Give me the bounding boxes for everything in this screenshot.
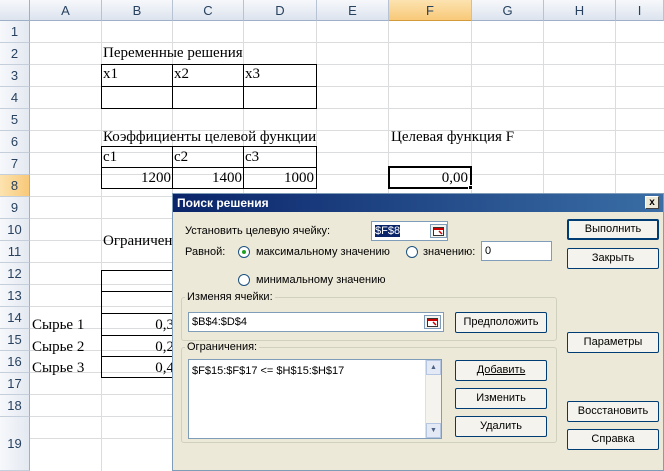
radio-max[interactable] — [238, 246, 250, 258]
scroll-down-icon[interactable]: ▼ — [426, 423, 441, 438]
add-button-label: Добавить — [476, 364, 526, 376]
column-header-f[interactable]: F — [389, 0, 472, 21]
changing-cells-input[interactable]: $B$4:$D$4 — [188, 312, 444, 332]
constraints-list[interactable]: $F$15:$F$17 <= $H$15:$H$17 ▲ ▼ — [188, 359, 442, 439]
select-all-corner[interactable] — [0, 0, 30, 21]
guess-button[interactable]: Предположить — [455, 312, 547, 333]
dialog-title: Поиск решения — [177, 196, 269, 210]
table-border-line — [243, 64, 244, 109]
table-border-line — [101, 291, 176, 292]
cell-b6[interactable]: Коэффициенты целевой функции — [103, 126, 316, 148]
radio-max-label[interactable]: максимальному значению — [256, 245, 390, 259]
fill-handle[interactable] — [468, 185, 473, 190]
row-header-3[interactable]: 3 — [0, 65, 30, 87]
add-button[interactable]: Добавить — [455, 360, 547, 381]
equal-label: Равной: — [185, 246, 226, 258]
column-header-a[interactable]: A — [30, 0, 102, 21]
row-header-6[interactable]: 6 — [0, 131, 30, 153]
radio-min-label[interactable]: минимальному значению — [256, 273, 386, 287]
close-icon[interactable]: x — [645, 196, 659, 209]
row-header-5[interactable]: 5 — [0, 109, 30, 131]
row-header-9[interactable]: 9 — [0, 197, 30, 219]
reset-button[interactable]: Восстановить — [567, 401, 659, 422]
collapse-dialog-icon[interactable] — [430, 224, 447, 238]
row-header-12[interactable]: 12 — [0, 263, 30, 285]
active-cell-f8[interactable] — [388, 166, 472, 189]
column-header-e[interactable]: E — [317, 0, 389, 21]
row-header-7[interactable]: 7 — [0, 153, 30, 175]
cell-a17[interactable]: Сырье 3 — [32, 357, 84, 379]
cell-a15[interactable]: Сырье 1 — [32, 314, 84, 336]
cell-b2[interactable]: Переменные решения — [103, 42, 243, 64]
delete-button[interactable]: Удалить — [455, 416, 547, 437]
solver-dialog: Поиск решения x Установить целевую ячейк… — [172, 193, 664, 471]
cell-b16[interactable]: 0,2 — [101, 336, 174, 358]
cell-d7[interactable]: c3 — [245, 146, 259, 168]
cell-c8[interactable]: 1400 — [172, 167, 242, 189]
cell-a16[interactable]: Сырье 2 — [32, 336, 84, 358]
radio-value-label[interactable]: значению: — [423, 245, 475, 259]
cell-c7[interactable]: c2 — [174, 146, 188, 168]
row-header-18[interactable]: 18 — [0, 395, 30, 417]
solve-button[interactable]: Выполнить — [567, 219, 659, 240]
cell-b7[interactable]: c1 — [103, 146, 117, 168]
constraints-label: Ограничения: — [185, 341, 260, 354]
column-header-d[interactable]: D — [244, 0, 317, 21]
row-header-10[interactable]: 10 — [0, 219, 30, 241]
column-header-b[interactable]: B — [102, 0, 173, 21]
row-header-16[interactable]: 16 — [0, 351, 30, 373]
constraint-item[interactable]: $F$15:$F$17 <= $H$15:$H$17 — [192, 364, 344, 378]
constraints-scrollbar[interactable]: ▲ ▼ — [425, 360, 441, 438]
close-button[interactable]: Закрыть — [567, 248, 659, 269]
scroll-up-icon[interactable]: ▲ — [426, 360, 441, 375]
delete-button-label: Удалить — [480, 420, 522, 432]
column-header-c[interactable]: C — [173, 0, 244, 21]
row-header-2[interactable]: 2 — [0, 43, 30, 65]
change-button[interactable]: Изменить — [455, 388, 547, 409]
row-header-11[interactable]: 11 — [0, 241, 30, 263]
change-button-label: Изменить — [476, 392, 526, 404]
row-header-14[interactable]: 14 — [0, 307, 30, 329]
cell-c3[interactable]: x2 — [174, 63, 189, 85]
row-header-8[interactable]: 8 — [0, 175, 30, 197]
cell-b17[interactable]: 0,4 — [101, 357, 174, 379]
cell-f6[interactable]: Целевая функция F — [391, 126, 514, 148]
help-button[interactable]: Справка — [567, 429, 659, 450]
dialog-title-bar[interactable]: Поиск решения — [173, 194, 663, 212]
cell-b8[interactable]: 1200 — [101, 167, 171, 189]
column-header-g[interactable]: G — [472, 0, 544, 21]
cell-d8[interactable]: 1000 — [243, 167, 314, 189]
row-header-19[interactable]: 19 — [0, 417, 30, 471]
table-border-line — [101, 86, 317, 87]
row-header-17[interactable]: 17 — [0, 373, 30, 395]
options-button[interactable]: Параметры — [567, 332, 659, 353]
collapse-dialog-icon[interactable] — [424, 315, 441, 329]
cell-b3[interactable]: x1 — [103, 63, 118, 85]
value-input[interactable]: 0 — [481, 241, 552, 261]
target-cell-value: $F$8 — [375, 225, 401, 237]
row-header-15[interactable]: 15 — [0, 329, 30, 351]
cell-d3[interactable]: x3 — [245, 63, 260, 85]
radio-min[interactable] — [238, 274, 250, 286]
column-header-h[interactable]: H — [544, 0, 616, 21]
row-header-13[interactable]: 13 — [0, 285, 30, 307]
cell-b15[interactable]: 0,3 — [101, 314, 174, 336]
radio-value[interactable] — [406, 246, 418, 258]
cell-b11[interactable]: Ограничен — [103, 230, 172, 252]
target-cell-label: Установить целевую ячейку: — [185, 225, 331, 237]
changing-cells-label: Изменяя ячейки: — [185, 291, 275, 304]
column-header-i[interactable]: I — [616, 0, 664, 21]
table-border-line — [172, 64, 173, 109]
row-header-1[interactable]: 1 — [0, 21, 30, 43]
row-header-4[interactable]: 4 — [0, 87, 30, 109]
